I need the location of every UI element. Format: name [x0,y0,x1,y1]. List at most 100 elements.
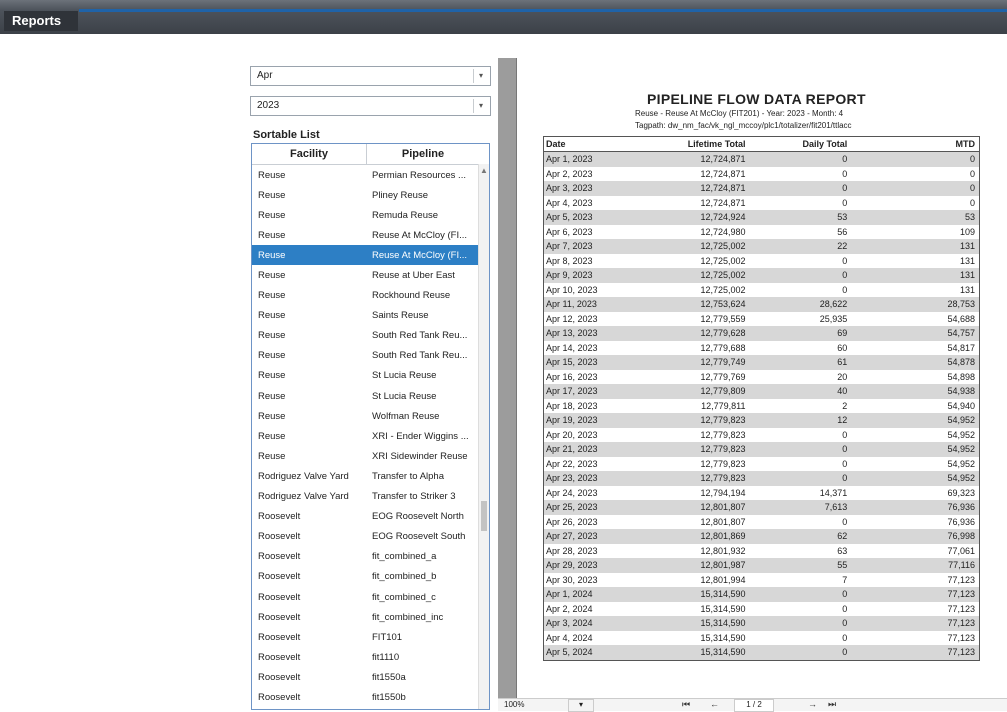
daily-total-cell: 53 [837,212,848,223]
list-item[interactable]: Rodriguez Valve Yard Transfer to Alpha [252,466,489,486]
daily-total-cell: 0 [842,647,848,658]
list-item[interactable]: Roosevelt fit_combined_c [252,587,489,607]
list-item[interactable]: Rodriguez Valve Yard Transfer to Striker … [252,487,489,507]
table-row: Apr 15, 2023 12,779,749 61 54,878 [544,355,979,370]
date-cell: Apr 3, 2024 [546,618,593,629]
table-row: Apr 18, 2023 12,779,811 2 54,940 [544,399,979,414]
pipeline-cell: EOG Roosevelt South [372,531,466,543]
lifetime-total-cell: 12,779,628 [700,328,746,339]
list-item[interactable]: Reuse St Lucia Reuse [252,366,489,386]
list-item[interactable]: Reuse XRI Sidewinder Reuse [252,446,489,466]
chevron-down-icon[interactable]: ▾ [473,69,488,83]
facility-cell: Roosevelt [258,691,301,703]
list-item[interactable]: Reuse South Red Tank Reu... [252,346,489,366]
daily-total-cell: 60 [837,342,848,353]
column-header-pipeline[interactable]: Pipeline [367,144,479,164]
month-select[interactable]: Apr ▾ [250,66,491,86]
list-item[interactable]: Reuse Permian Resources ... [252,165,489,185]
facility-cell: Roosevelt [258,571,301,583]
list-item[interactable]: Roosevelt fit_combined_b [252,567,489,587]
reports-tab[interactable]: Reports [4,11,78,31]
list-item[interactable]: Reuse Rockhound Reuse [252,286,489,306]
sortable-list[interactable]: Facility Pipeline Reuse Permian Resources… [251,143,490,710]
daily-total-cell: 0 [842,473,848,484]
list-item[interactable]: Roosevelt FIT101 [252,627,489,647]
pipeline-cell: South Red Tank Reu... [372,350,468,362]
list-item[interactable]: Reuse Reuse At McCloy (FI... [252,225,489,245]
mtd-cell: 54,878 [947,357,975,368]
table-row: Apr 28, 2023 12,801,932 63 77,061 [544,544,979,559]
list-item[interactable]: Reuse Pliney Reuse [252,185,489,205]
table-row: Apr 12, 2023 12,779,559 25,935 54,688 [544,312,979,327]
list-item[interactable]: Roosevelt fit_combined_inc [252,607,489,627]
daily-total-cell: 0 [842,632,848,643]
mtd-cell: 54,952 [947,473,975,484]
table-row: Apr 3, 2024 15,314,590 0 77,123 [544,616,979,631]
report-title: PIPELINE FLOW DATA REPORT [647,91,866,107]
list-item[interactable]: Roosevelt fit1110 [252,647,489,667]
mtd-cell: 77,123 [947,632,975,643]
list-item[interactable]: Reuse XRI - Ender Wiggins ... [252,426,489,446]
list-item[interactable]: Roosevelt fit_combined_a [252,547,489,567]
list-item[interactable]: Reuse St Lucia Reuse [252,386,489,406]
table-row: Apr 4, 2023 12,724,871 0 0 [544,196,979,211]
prev-page-icon[interactable]: ← [710,699,719,709]
lifetime-total-cell: 12,801,807 [700,502,746,513]
table-row: Apr 23, 2023 12,779,823 0 54,952 [544,471,979,486]
pipeline-cell: Wolfman Reuse [372,410,440,422]
last-page-icon[interactable]: ⏭ [828,699,836,710]
mtd-cell: 76,936 [947,502,975,513]
list-item[interactable]: Roosevelt fit1550b [252,687,489,707]
table-row: Apr 4, 2024 15,314,590 0 77,123 [544,631,979,646]
date-cell: Apr 2, 2024 [546,603,593,614]
list-scrollbar[interactable]: ▲ [478,164,489,709]
list-header: Facility Pipeline [252,144,489,165]
report-table: Date Lifetime Total Daily Total MTD Apr … [543,136,980,661]
daily-total-cell: 55 [837,560,848,571]
list-item[interactable]: Roosevelt EOG Roosevelt North [252,507,489,527]
column-header-facility[interactable]: Facility [252,144,367,164]
list-item[interactable]: Reuse South Red Tank Reu... [252,326,489,346]
pipeline-cell: FIT101 [372,631,403,643]
zoom-level[interactable]: 100% [504,700,524,709]
mtd-cell: 28,753 [947,299,975,310]
table-row: Apr 11, 2023 12,753,624 28,622 28,753 [544,297,979,312]
page-indicator[interactable]: 1 / 2 [734,699,774,712]
mtd-cell: 54,952 [947,415,975,426]
chevron-down-icon[interactable]: ▾ [473,99,488,113]
date-cell: Apr 20, 2023 [546,429,598,440]
mtd-cell: 54,940 [947,400,975,411]
list-item[interactable]: Reuse Reuse At McCloy (FI... [252,245,489,266]
first-page-icon[interactable]: ⏮ [682,699,690,710]
pipeline-cell: fit1110 [372,651,400,663]
mtd-cell: 54,898 [947,371,975,382]
date-cell: Apr 23, 2023 [546,473,598,484]
pipeline-cell: fit_combined_b [372,571,437,583]
daily-total-cell: 0 [842,429,848,440]
list-item[interactable]: Reuse Saints Reuse [252,306,489,326]
table-row: Apr 20, 2023 12,779,823 0 54,952 [544,428,979,443]
lifetime-total-cell: 15,314,590 [700,647,746,658]
lifetime-total-cell: 12,779,749 [700,357,746,368]
daily-total-cell: 2 [842,400,848,411]
scroll-up-icon[interactable]: ▲ [480,166,488,175]
list-item[interactable]: Reuse Remuda Reuse [252,205,489,225]
next-page-icon[interactable]: → [808,699,817,709]
list-item[interactable]: Roosevelt fit1550a [252,667,489,687]
lifetime-total-cell: 12,779,811 [701,400,746,411]
daily-total-cell: 69 [837,328,848,339]
report-page: PIPELINE FLOW DATA REPORT Reuse - Reuse … [516,58,1007,698]
report-table-body: Apr 1, 2023 12,724,871 0 0 Apr 2, 2023 12,724… [544,152,979,660]
year-select[interactable]: 2023 ▾ [250,96,491,116]
table-row: Apr 5, 2023 12,724,924 53 53 [544,210,979,225]
list-item[interactable]: Reuse Wolfman Reuse [252,406,489,426]
lifetime-total-cell: 12,801,869 [700,531,746,542]
facility-cell: Reuse [258,310,286,322]
list-item[interactable]: Roosevelt EOG Roosevelt South [252,527,489,547]
scrollbar-thumb[interactable] [481,501,487,531]
date-cell: Apr 4, 2024 [546,632,593,643]
table-row: Apr 8, 2023 12,725,002 0 131 [544,254,979,269]
list-item[interactable]: Reuse Reuse at Uber East [252,265,489,285]
table-row: Apr 13, 2023 12,779,628 69 54,757 [544,326,979,341]
chevron-down-icon[interactable]: ▾ [568,699,594,712]
